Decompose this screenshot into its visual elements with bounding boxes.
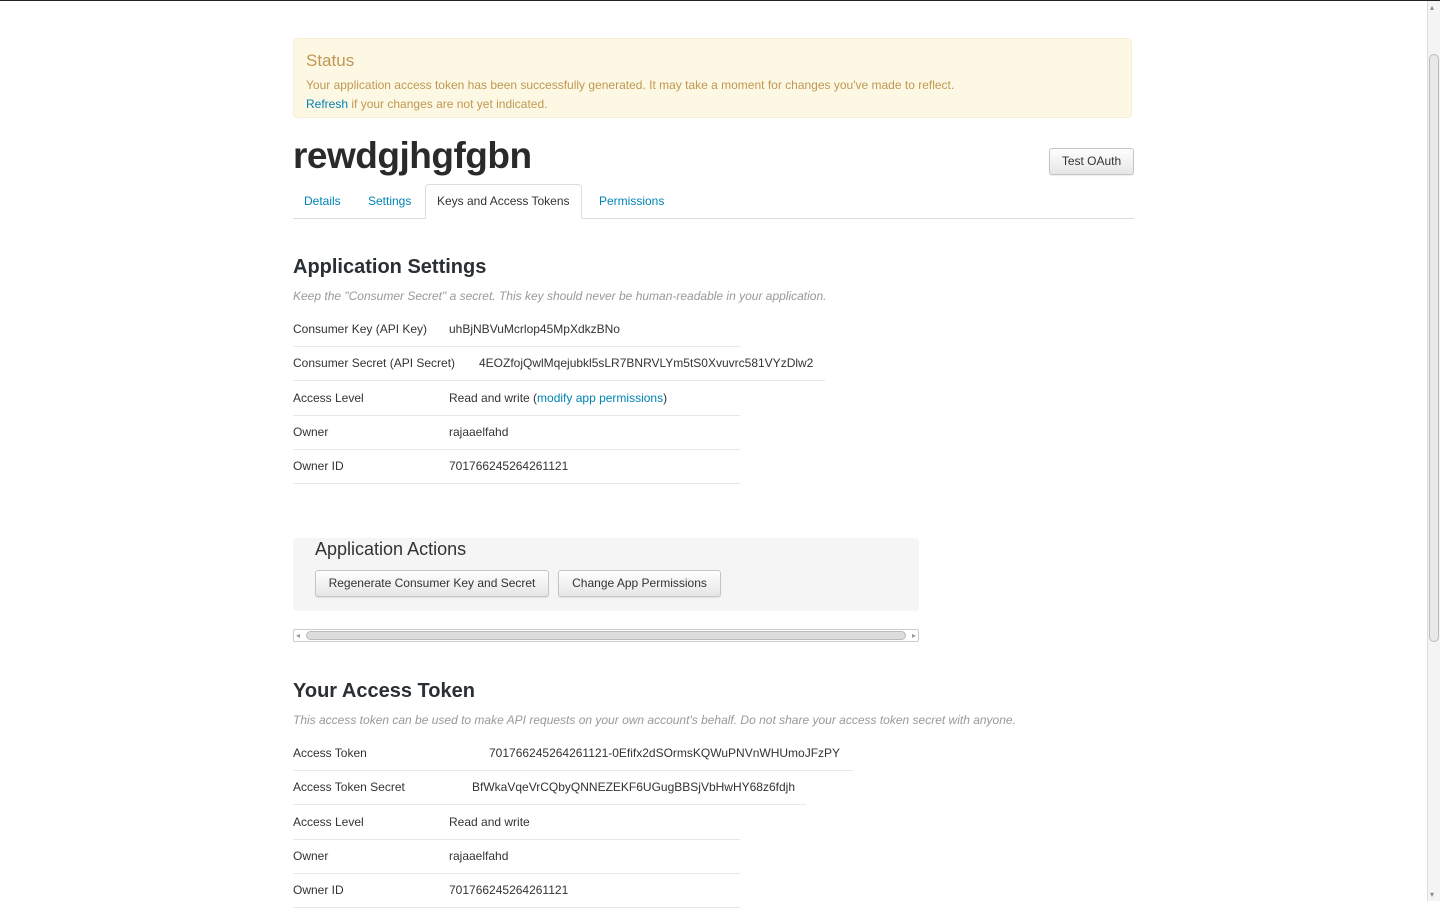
consumer-secret-label: Consumer Secret (API Secret) [293,356,456,370]
refresh-suffix: if your changes are not yet indicated. [348,97,548,111]
application-actions-panel: Application Actions Regenerate Consumer … [293,538,919,611]
token-owner-label: Owner [293,849,329,863]
tab-settings[interactable]: Settings [357,184,422,218]
regenerate-consumer-key-button[interactable]: Regenerate Consumer Key and Secret [315,570,549,597]
application-actions-heading: Application Actions [315,539,467,559]
owner-value: rajaaelfahd [449,425,509,439]
access-token-row: Access Token 701766245264261121-0Efifx2d… [293,736,853,771]
access-token-secret-value: BfWkaVqeVrCQbyQNNEZEKF6UGugBBSjVbHwHY68z… [472,780,796,794]
access-level-label: Access Level [293,391,364,405]
access-level-row: Access Level Read and write (modify app … [293,381,740,416]
consumer-key-label: Consumer Key (API Key) [293,322,428,336]
access-token-secret-row: Access Token Secret BfWkaVqeVrCQbyQNNEZE… [293,770,806,805]
status-message: Your application access token has been s… [306,78,955,92]
access-token-value: 701766245264261121-0Efifx2dSOrmsKQWuPNVn… [489,746,841,760]
horizontal-scrollbar[interactable]: ◂ ▸ [293,629,919,642]
scroll-down-icon[interactable]: ▾ [1430,890,1434,899]
token-owner-id-label: Owner ID [293,883,344,897]
token-owner-value: rajaaelfahd [449,849,509,863]
token-owner-row: Owner rajaaelfahd [293,839,740,874]
app-title: rewdgjhgfgbn [293,135,532,176]
consumer-key-row: Consumer Key (API Key) uhBjNBVuMcrlop45M… [293,312,740,347]
tab-details[interactable]: Details [293,184,352,218]
access-level-text: Read and write ( [449,391,538,405]
consumer-key-value: uhBjNBVuMcrlop45MpXdkzBNo [449,322,620,336]
owner-id-row: Owner ID 701766245264261121 [293,449,740,484]
vertical-scrollbar[interactable]: ▴ ▾ [1427,1,1440,901]
horizontal-scroll-thumb[interactable] [306,631,906,640]
tab-permissions[interactable]: Permissions [588,184,675,218]
application-settings-note: Keep the "Consumer Secret" a secret. Thi… [293,289,827,303]
app-tabs: Details Settings Keys and Access Tokens … [293,184,1134,219]
owner-id-label: Owner ID [293,459,344,473]
vertical-scroll-thumb[interactable] [1429,54,1439,642]
test-oauth-button[interactable]: Test OAuth [1049,148,1134,175]
scroll-up-icon[interactable]: ▴ [1430,3,1434,12]
access-token-secret-label: Access Token Secret [293,780,405,794]
your-access-token-heading: Your Access Token [293,680,475,702]
owner-row: Owner rajaaelfahd [293,415,740,450]
refresh-link[interactable]: Refresh [306,97,348,111]
access-token-label: Access Token [293,746,367,760]
status-refresh-line: Refresh if your changes are not yet indi… [306,95,1119,114]
token-owner-id-value: 701766245264261121 [449,883,569,897]
owner-label: Owner [293,425,329,439]
access-token-note: This access token can be used to make AP… [293,713,1016,727]
owner-id-value: 701766245264261121 [449,459,569,473]
scroll-left-icon[interactable]: ◂ [296,630,300,641]
token-access-level-value: Read and write [449,815,530,829]
application-settings-heading: Application Settings [293,256,487,278]
status-title: Status [306,51,355,70]
token-owner-id-row: Owner ID 701766245264261121 [293,873,740,908]
consumer-secret-row: Consumer Secret (API Secret) 4EOZfojQwlM… [293,346,825,381]
modify-app-permissions-link[interactable]: modify app permissions [537,391,663,405]
tab-keys-and-access-tokens[interactable]: Keys and Access Tokens [425,184,582,219]
access-level-value: Read and write (modify app permissions) [449,381,667,415]
scroll-right-icon[interactable]: ▸ [912,630,916,641]
access-level-close: ) [663,391,668,405]
consumer-secret-value: 4EOZfojQwlMqejubkl5sLR7BNRVLYm5tS0Xvuvrc… [479,356,814,370]
token-access-level-label: Access Level [293,815,364,829]
change-app-permissions-button[interactable]: Change App Permissions [558,570,721,597]
token-access-level-row: Access Level Read and write [293,805,740,840]
status-alert: Status Your application access token has… [293,38,1132,118]
